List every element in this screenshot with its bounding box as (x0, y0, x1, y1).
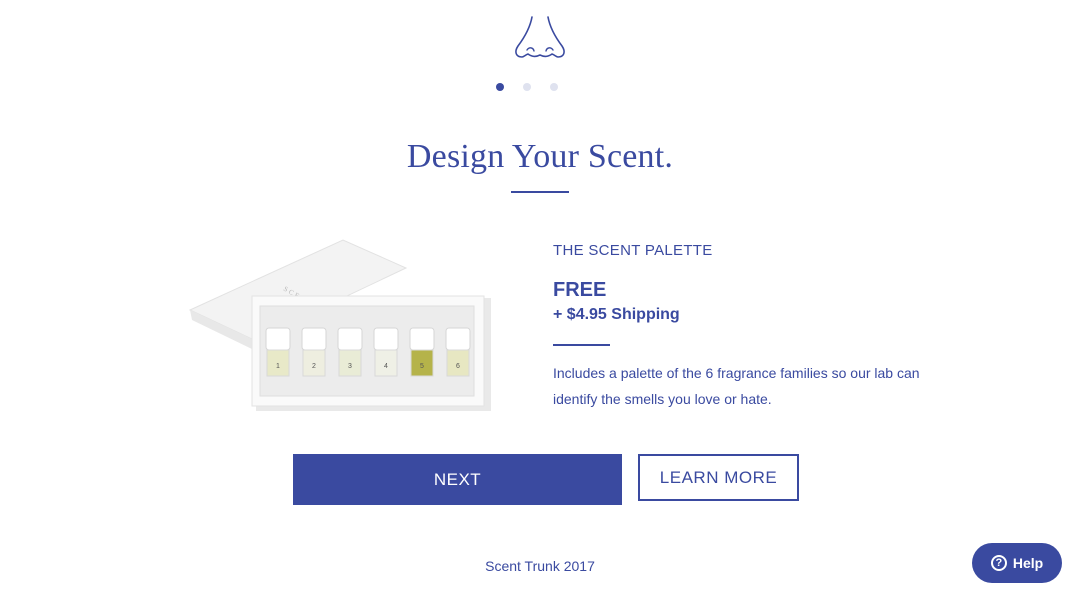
help-button[interactable]: ? Help (972, 543, 1062, 583)
next-button[interactable]: NEXT (293, 454, 622, 505)
product-price: FREE (553, 279, 607, 301)
nose-icon (515, 16, 565, 58)
vial-4: 4 (373, 327, 399, 377)
carousel-dot-1[interactable] (495, 83, 504, 91)
vial-5: 5 (409, 327, 435, 377)
carousel-dot-3[interactable] (549, 83, 558, 91)
product-name: THE SCENT PALETTE (553, 242, 713, 259)
footer-text: Scent Trunk 2017 (485, 558, 595, 574)
question-icon: ? (990, 555, 1007, 571)
vial-number: 3 (348, 363, 352, 370)
carousel-dots (0, 83, 1080, 91)
vial-2: 2 (301, 327, 327, 377)
vial-number: 1 (276, 363, 280, 370)
vial-number: 5 (420, 363, 424, 370)
vial-number: 6 (456, 363, 460, 370)
vial-number: 4 (384, 363, 388, 370)
info-divider (553, 344, 610, 346)
carousel-dot-2[interactable] (522, 83, 531, 91)
scent-palette-image: SCENT TRUNK 123456 (188, 239, 491, 411)
title-divider (511, 191, 569, 193)
learn-more-button[interactable]: LEARN MORE (638, 454, 799, 501)
vial-1: 1 (265, 327, 291, 377)
vial-6: 6 (445, 327, 471, 377)
product-description: Includes a palette of the 6 fragrance fa… (553, 365, 920, 407)
page: Design Your Scent. SCENT TRUNK 123456 TH… (0, 0, 1080, 591)
vial-3: 3 (337, 327, 363, 377)
page-title: Design Your Scent. (406, 138, 674, 175)
shipping-cost: + $4.95 Shipping (553, 306, 680, 323)
help-label: Help (1012, 555, 1044, 571)
vial-number: 2 (312, 363, 316, 370)
product-info: THE SCENT PALETTE FREE + $4.95 Shipping … (553, 242, 933, 412)
